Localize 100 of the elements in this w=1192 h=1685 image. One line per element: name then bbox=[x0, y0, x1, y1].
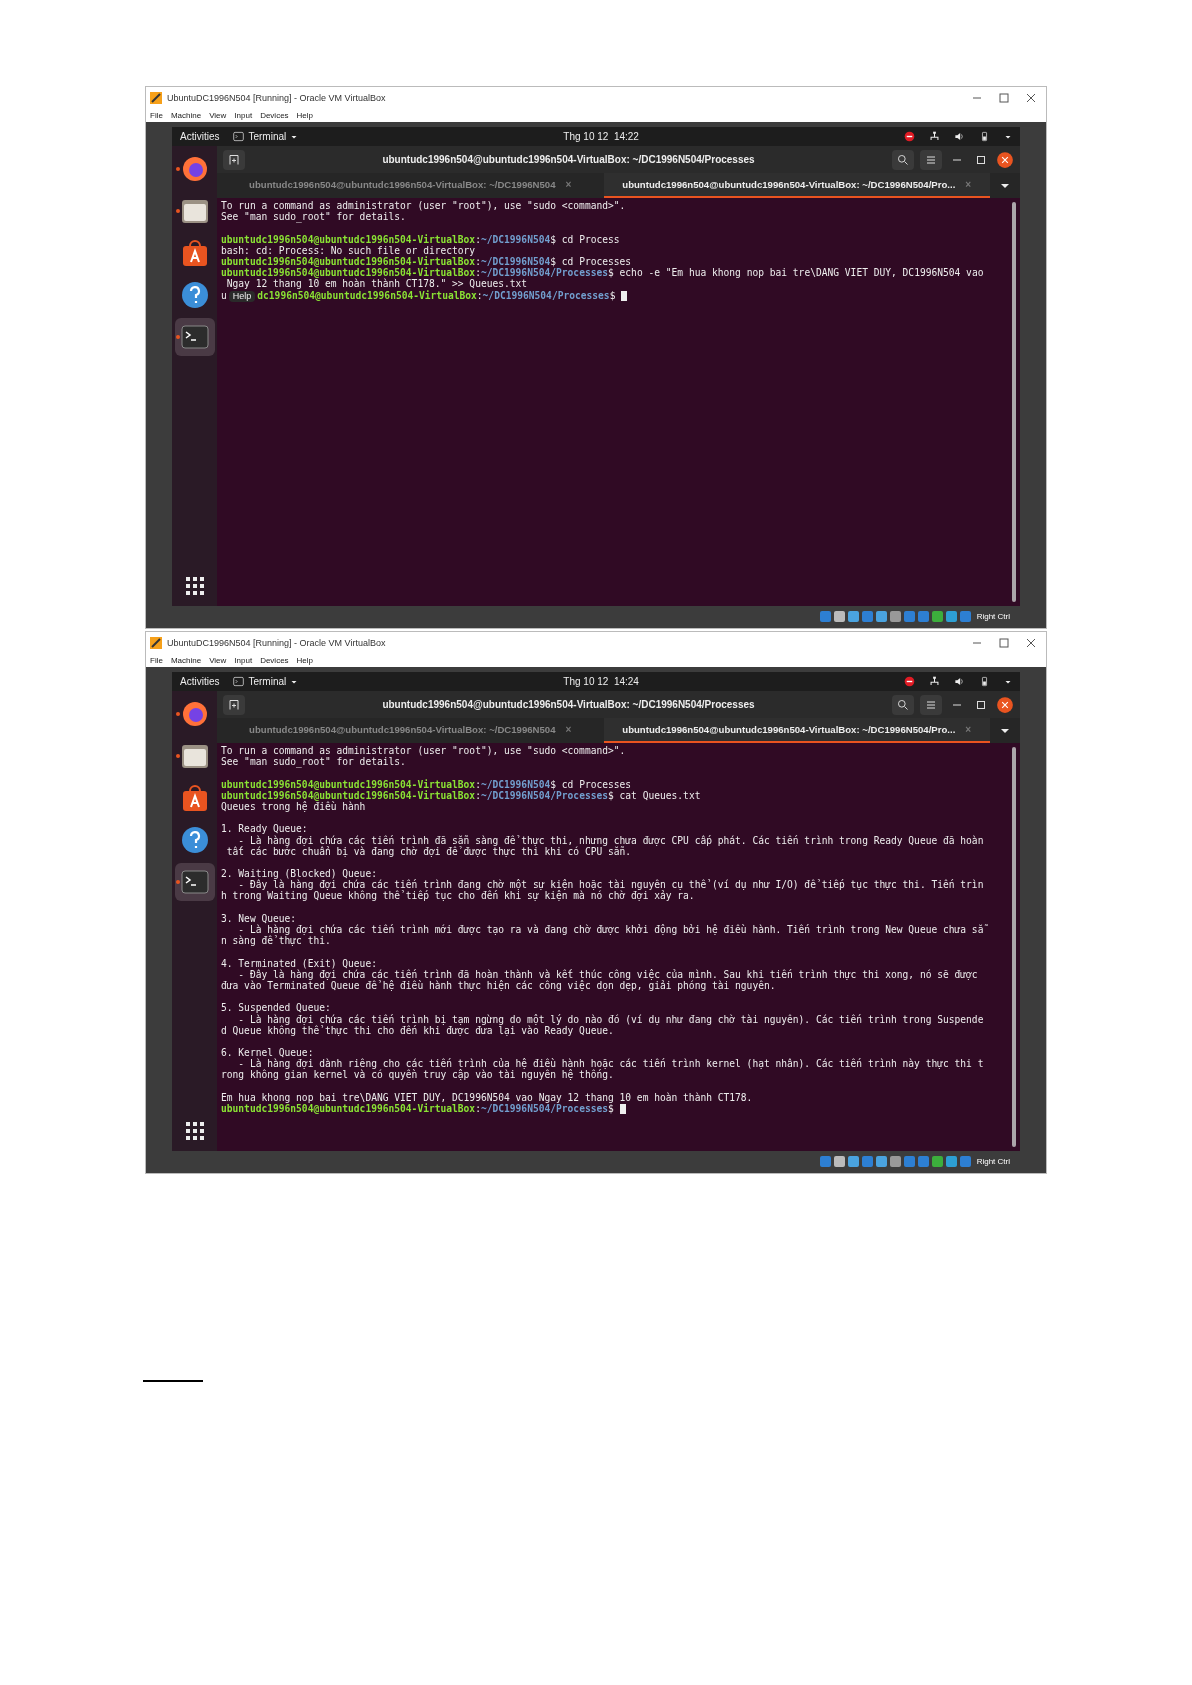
status-icon[interactable] bbox=[819, 1155, 831, 1167]
menu-item[interactable]: File bbox=[150, 110, 163, 120]
output-line: - Là hàng đợi dành riêng cho các tiến trình của hệ điều hành hoặc các tiến trình kernel (hạt nhân). Các tiến trình này thực thi t bbox=[237, 1058, 985, 1070]
shopping-bag-icon[interactable] bbox=[180, 784, 209, 812]
activities-button[interactable]: Activities bbox=[180, 676, 220, 687]
status-icon[interactable] bbox=[959, 610, 971, 622]
output-line: - Đây là hàng đợi chứa các tiến trình đang chờ một sự kiện hoặc tài nguyên cụ thể (ví dụ như I/O) để tiếp tục thực thi. Tiến trìn bbox=[238, 879, 985, 891]
menu-item[interactable]: Help bbox=[296, 655, 314, 665]
output-line: To run a command as administrator (user "root"), use "sudo <command>". bbox=[221, 200, 627, 212]
apps-grid-icon[interactable] bbox=[184, 1121, 205, 1141]
network-icon bbox=[929, 676, 940, 687]
battery-icon bbox=[979, 676, 990, 687]
app-menu[interactable]: Terminal bbox=[233, 676, 299, 687]
status-icon[interactable] bbox=[931, 610, 943, 622]
menu-item[interactable]: Help bbox=[296, 110, 314, 120]
prompt-line: u Help dc1996n504@ubuntudc1996n504-VirtualBox:~/DC1996N504/Processes$ bbox=[221, 289, 1012, 301]
minimize-icon[interactable] bbox=[953, 158, 961, 161]
output-line: - Là hàng đợi chứa các tiến trình đã sẵn sàng để thực thi, nhưng chưa được CPU cấp phát. Các tiến trình trong Ready Queue đã hoàn bbox=[238, 834, 985, 846]
menu-item[interactable]: Devices bbox=[260, 655, 289, 665]
volume-icon bbox=[954, 676, 965, 687]
output-line: n sàng để thực thi. bbox=[221, 935, 332, 947]
prompt-line: ubuntudc1996n504@ubuntudc1996n504-VirtualBox:~/DC1996N504$ cd Processes bbox=[221, 255, 633, 268]
status-icon[interactable] bbox=[917, 1155, 929, 1167]
status-icon[interactable] bbox=[931, 1155, 943, 1167]
search-icon bbox=[898, 154, 908, 165]
menu-button[interactable] bbox=[920, 149, 942, 170]
app-logo-icon bbox=[150, 636, 162, 649]
clock[interactable]: Thg 10 12 14:22 bbox=[563, 131, 639, 142]
output-line: d Queue không thể thực thi cho đến khi được đưa lại vào Ready Queue. bbox=[221, 1024, 615, 1036]
search-button[interactable] bbox=[892, 694, 914, 715]
output-line: bash: cd: Process: No such file or directory bbox=[221, 244, 477, 256]
status-icon[interactable] bbox=[819, 610, 831, 622]
app-menu[interactable]: Terminal bbox=[233, 131, 299, 142]
menu-item[interactable]: View bbox=[209, 110, 227, 120]
terminal-tab[interactable]: ubuntudc1996n504@ubuntudc1996n504-VirtualBox: ~/DC1996N504/Pro... × bbox=[603, 718, 990, 743]
window-title: UbuntuDC1996N504 [Running] - Oracle VM VirtualBox bbox=[167, 92, 387, 103]
terminal-icon[interactable] bbox=[180, 325, 209, 349]
search-button[interactable] bbox=[892, 149, 914, 170]
status-icon[interactable] bbox=[875, 1155, 887, 1167]
menu-item[interactable]: Input bbox=[234, 655, 253, 665]
menu-item[interactable]: Machine bbox=[170, 110, 202, 120]
status-icon[interactable] bbox=[861, 1155, 873, 1167]
fox-globe-icon[interactable] bbox=[180, 700, 209, 728]
terminal-title: ubuntudc1996n504@ubuntudc1996n504-VirtualBox: ~/DC1996N504/Processes bbox=[381, 154, 756, 165]
minimize-icon[interactable] bbox=[953, 703, 961, 706]
new-tab-button[interactable] bbox=[223, 149, 245, 170]
window-title: UbuntuDC1996N504 [Running] - Oracle VM VirtualBox bbox=[167, 637, 387, 648]
terminal-tab[interactable]: ubuntudc1996n504@ubuntudc1996n504-VirtualBox: ~/DC1996N504/Pro... × bbox=[603, 173, 990, 198]
app-logo-icon bbox=[150, 91, 162, 104]
volume-icon bbox=[954, 131, 965, 142]
terminal-tab[interactable]: ubuntudc1996n504@ubuntudc1996n504-VirtualBox: ~/DC1996N504 × bbox=[217, 718, 604, 743]
activities-button[interactable]: Activities bbox=[180, 131, 220, 142]
new-tab-button[interactable] bbox=[223, 694, 245, 715]
terminal-icon[interactable] bbox=[180, 870, 209, 894]
output-line: 6. Kernel Queue: bbox=[221, 1047, 315, 1059]
help-icon[interactable] bbox=[180, 281, 209, 309]
shopping-bag-icon[interactable] bbox=[180, 239, 209, 267]
status-icon[interactable] bbox=[847, 1155, 859, 1167]
network-icon bbox=[929, 131, 940, 142]
help-icon[interactable] bbox=[180, 826, 209, 854]
clock[interactable]: Thg 10 12 14:24 bbox=[563, 676, 639, 687]
status-icon[interactable] bbox=[889, 610, 901, 622]
close-icon bbox=[996, 150, 1014, 169]
output-line: See "man sudo_root" for details. bbox=[221, 756, 407, 768]
status-icon[interactable] bbox=[833, 610, 845, 622]
tooltip: Help bbox=[228, 290, 256, 302]
terminal-icon bbox=[233, 131, 245, 142]
maximize-icon[interactable] bbox=[977, 155, 985, 164]
host-key-label: Right Ctrl bbox=[976, 611, 1010, 621]
status-icon[interactable] bbox=[861, 610, 873, 622]
close-icon bbox=[996, 695, 1014, 714]
menu-item[interactable]: File bbox=[150, 655, 163, 665]
output-line: To run a command as administrator (user "root"), use "sudo <command>". bbox=[221, 745, 627, 757]
terminal-tab[interactable]: ubuntudc1996n504@ubuntudc1996n504-VirtualBox: ~/DC1996N504 × bbox=[217, 173, 604, 198]
prompt-line: ubuntudc1996n504@ubuntudc1996n504-VirtualBox:~/DC1996N504$ cd Process bbox=[221, 233, 621, 245]
menu-item[interactable]: Input bbox=[234, 110, 253, 120]
menu-button[interactable] bbox=[920, 694, 942, 715]
folder-icon[interactable] bbox=[180, 743, 209, 769]
terminal-title: ubuntudc1996n504@ubuntudc1996n504-VirtualBox: ~/DC1996N504/Processes bbox=[381, 699, 756, 710]
menu-item[interactable]: Machine bbox=[170, 655, 202, 665]
status-icon[interactable] bbox=[903, 1155, 915, 1167]
status-icon[interactable] bbox=[945, 610, 957, 622]
menu-icon bbox=[927, 700, 935, 709]
output-line: tất các bước chuẩn bị và đang chờ đợi để được thực thi khi có CPU sẵn. bbox=[225, 845, 633, 857]
output-line: See "man sudo_root" for details. bbox=[221, 211, 407, 223]
output-line: Queues trong hệ điều hành bbox=[221, 800, 366, 813]
folder-icon[interactable] bbox=[180, 198, 209, 224]
status-icon[interactable] bbox=[917, 610, 929, 622]
status-icon[interactable] bbox=[959, 1155, 971, 1167]
status-icon[interactable] bbox=[889, 1155, 901, 1167]
status-icon[interactable] bbox=[903, 610, 915, 622]
status-icon[interactable] bbox=[833, 1155, 845, 1167]
menu-item[interactable]: Devices bbox=[260, 110, 289, 120]
apps-grid-icon[interactable] bbox=[184, 576, 205, 596]
maximize-icon[interactable] bbox=[977, 700, 985, 709]
fox-globe-icon[interactable] bbox=[180, 155, 209, 183]
status-icon[interactable] bbox=[875, 610, 887, 622]
status-icon[interactable] bbox=[847, 610, 859, 622]
menu-item[interactable]: View bbox=[209, 655, 227, 665]
status-icon[interactable] bbox=[945, 1155, 957, 1167]
